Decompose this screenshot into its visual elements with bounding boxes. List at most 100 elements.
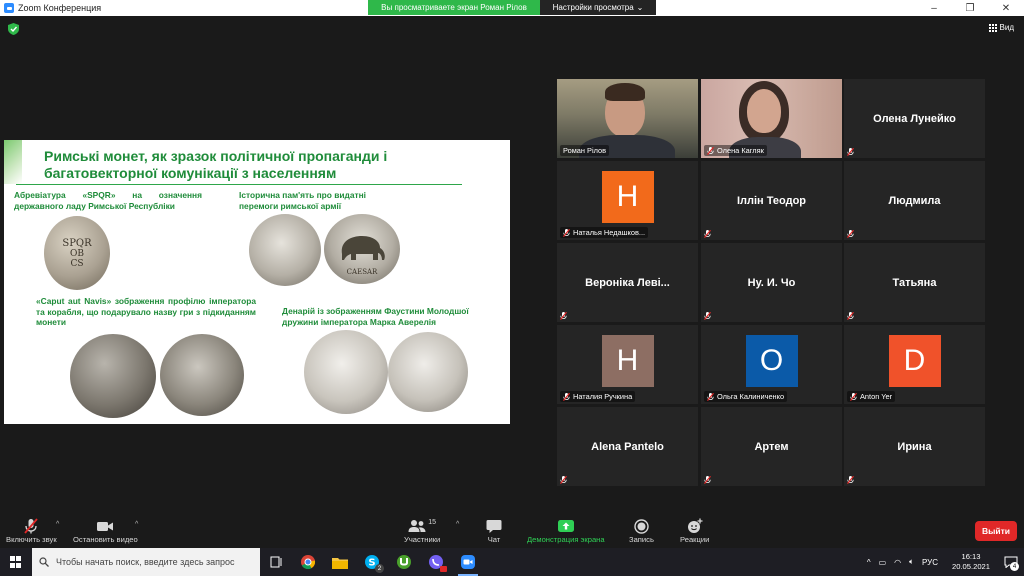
participant-tile[interactable]: Татьяна [844, 243, 985, 322]
participant-tile[interactable]: Ирина [844, 407, 985, 486]
mic-muted-icon [847, 229, 854, 238]
mic-muted-icon [560, 475, 567, 484]
view-button[interactable]: Вид [988, 23, 1014, 32]
caption-caput-navis: «Caput aut Navis» зображення профілю імп… [36, 296, 256, 327]
network-icon[interactable]: ◠ [894, 558, 901, 567]
taskbar-search[interactable]: Чтобы начать поиск, введите здесь запрос [32, 548, 260, 576]
participants-button[interactable]: 15 Участники [404, 517, 440, 545]
mic-muted-icon [563, 228, 570, 237]
shared-screen: Римські монет, як зразок політичної проп… [4, 140, 510, 424]
mic-muted-icon [704, 311, 711, 320]
participant-tile[interactable]: Іллін Теодор [701, 161, 842, 240]
zoom-icon [461, 555, 475, 569]
clock-time: 16:13 [961, 552, 981, 561]
chrome-taskbar-app[interactable] [292, 548, 324, 576]
torrent-taskbar-app[interactable] [388, 548, 420, 576]
participant-name: Олена Лунейко [873, 112, 956, 125]
avatar-initial: O [759, 344, 784, 377]
participant-name: Anton Yer [860, 392, 893, 401]
participant-tile[interactable]: Роман Рілов [557, 79, 698, 158]
participant-name: Наталия Ручкина [573, 392, 633, 401]
coin-trophy [249, 214, 321, 286]
battery-icon[interactable]: ▭ [879, 558, 887, 567]
meeting-toolbar [0, 512, 1024, 548]
search-icon [32, 557, 56, 567]
mic-muted-icon [847, 147, 854, 156]
stop-video-button[interactable]: Остановить видео [73, 517, 138, 544]
zoom-window: Zoom Конференция – ❐ ✕ Вы просматриваете… [0, 0, 1024, 576]
participants-options-caret[interactable]: ^ [456, 521, 459, 528]
participant-tile[interactable]: H Наталья Недашков... [557, 161, 698, 240]
tray-overflow-caret[interactable]: ^ [867, 558, 871, 567]
view-button-label: Вид [999, 23, 1014, 32]
close-button[interactable]: ✕ [988, 0, 1024, 16]
unmute-label: Включить звук [6, 535, 57, 544]
caption-victories: Історична пам'ять про видатні перемоги р… [239, 190, 367, 211]
notifications-button[interactable]: 4 [998, 548, 1024, 576]
participants-count: 15 [428, 518, 437, 526]
task-view-icon [270, 556, 282, 568]
avatar-initial: H [616, 180, 639, 213]
participant-tile[interactable]: D Anton Yer [844, 325, 985, 404]
share-screen-button[interactable]: Демонстрация экрана [527, 517, 605, 544]
participant-name: Ольга Калиниченко [717, 392, 785, 401]
zoom-taskbar-app[interactable] [452, 548, 484, 576]
volume-icon[interactable]: 🔈︎ [909, 557, 914, 567]
maximize-button[interactable]: ❐ [952, 0, 988, 16]
minimize-button[interactable]: – [916, 0, 952, 16]
viber-taskbar-app[interactable] [420, 548, 452, 576]
skype-taskbar-app[interactable]: S 2 [356, 548, 388, 576]
record-icon [634, 518, 649, 534]
participant-tile[interactable]: O Ольга Калиниченко [701, 325, 842, 404]
participant-name: Наталья Недашков... [573, 228, 646, 237]
participant-tile[interactable]: Олена Кагляк [701, 79, 842, 158]
participant-avatar: O [745, 335, 798, 387]
share-screen-label: Демонстрация экрана [527, 535, 605, 544]
mic-muted-icon [707, 392, 714, 401]
participant-tile[interactable]: Ну. И. Чо [701, 243, 842, 322]
leave-button[interactable]: Выйти [975, 521, 1017, 541]
coin-text-ob: OB [70, 248, 84, 259]
slide-title: Римські монет, як зразок політичної проп… [44, 148, 388, 181]
view-settings-label: Настройки просмотра [552, 3, 634, 12]
record-button[interactable]: Запись [629, 517, 654, 544]
participant-avatar: D [888, 335, 941, 387]
avatar-initial: D [903, 344, 926, 377]
language-indicator[interactable]: РУС [922, 558, 938, 567]
explorer-taskbar-app[interactable] [324, 548, 356, 576]
view-settings-button[interactable]: Настройки просмотра ⌄ [540, 0, 656, 15]
grid-view-icon [988, 23, 997, 32]
audio-options-caret[interactable]: ^ [56, 521, 59, 528]
participant-tile[interactable]: Alena Pantelo [557, 407, 698, 486]
caption-faustina: Денарій із зображенням Фаустини Молодшої… [282, 306, 469, 327]
share-banner: Вы просматриваете экран Роман Рілов [368, 0, 540, 15]
participant-tile[interactable]: H Наталия Ручкина [557, 325, 698, 404]
unmute-button[interactable]: Включить звук [6, 517, 57, 544]
participant-tile[interactable]: Олена Лунейко [844, 79, 985, 158]
window-controls: – ❐ ✕ [916, 0, 1024, 16]
mic-muted-icon [24, 518, 39, 534]
taskbar-clock[interactable]: 16:13 20.05.2021 [952, 552, 990, 572]
participant-tile[interactable]: Вероніка Леві... [557, 243, 698, 322]
participant-name: Роман Рілов [563, 146, 607, 155]
coin-emperor [70, 334, 156, 418]
mic-muted-icon [560, 311, 567, 320]
stop-video-label: Остановить видео [73, 535, 138, 544]
video-options-caret[interactable]: ^ [135, 521, 138, 528]
participant-tile[interactable]: Артем [701, 407, 842, 486]
record-label: Запись [629, 535, 654, 544]
chat-button[interactable]: Чат [486, 517, 502, 544]
shield-icon[interactable] [8, 23, 19, 35]
participant-name: Іллін Теодор [736, 194, 807, 207]
task-view-button[interactable] [260, 548, 292, 576]
coin-faustina [304, 330, 388, 414]
skype-badge: 2 [375, 564, 384, 573]
reactions-button[interactable]: Реакции [680, 517, 709, 544]
participant-name: Людмила [888, 194, 941, 207]
participant-name: Артем [754, 440, 789, 453]
start-button[interactable] [0, 548, 32, 576]
coin-elephant: CAESAR [324, 214, 400, 284]
participant-tile[interactable]: Людмила [844, 161, 985, 240]
viber-notification-badge [440, 566, 447, 572]
system-tray: ^ ▭ ◠ 🔈︎ РУС 16:13 20.05.2021 4 [867, 548, 1024, 576]
